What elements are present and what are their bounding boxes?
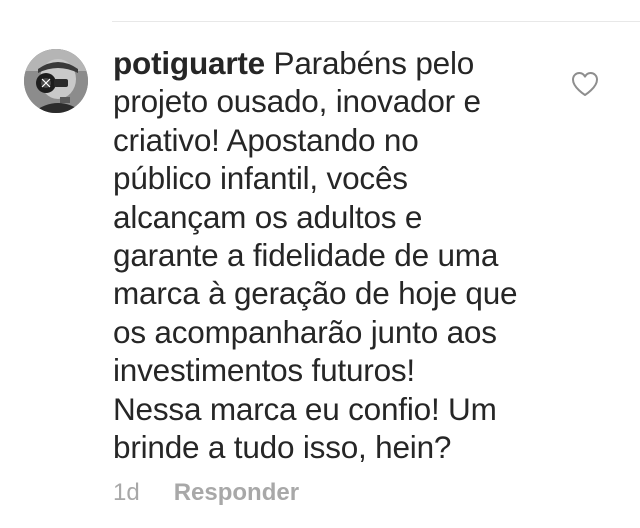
avatar[interactable]: [24, 49, 88, 113]
heart-icon[interactable]: [571, 71, 599, 97]
comment-timestamp: 1d: [113, 479, 140, 506]
comment-text: Parabéns pelo projeto ousado, inovador e…: [113, 45, 518, 466]
comment-username[interactable]: potiguarte: [113, 45, 265, 81]
comment-meta: 1d Responder: [113, 476, 299, 510]
reply-button[interactable]: Responder: [174, 479, 299, 507]
comment-body: potiguarte Parabéns pelo projeto ousado,…: [113, 44, 563, 466]
avatar-photo-icon: [24, 49, 88, 113]
top-divider: [112, 21, 640, 22]
